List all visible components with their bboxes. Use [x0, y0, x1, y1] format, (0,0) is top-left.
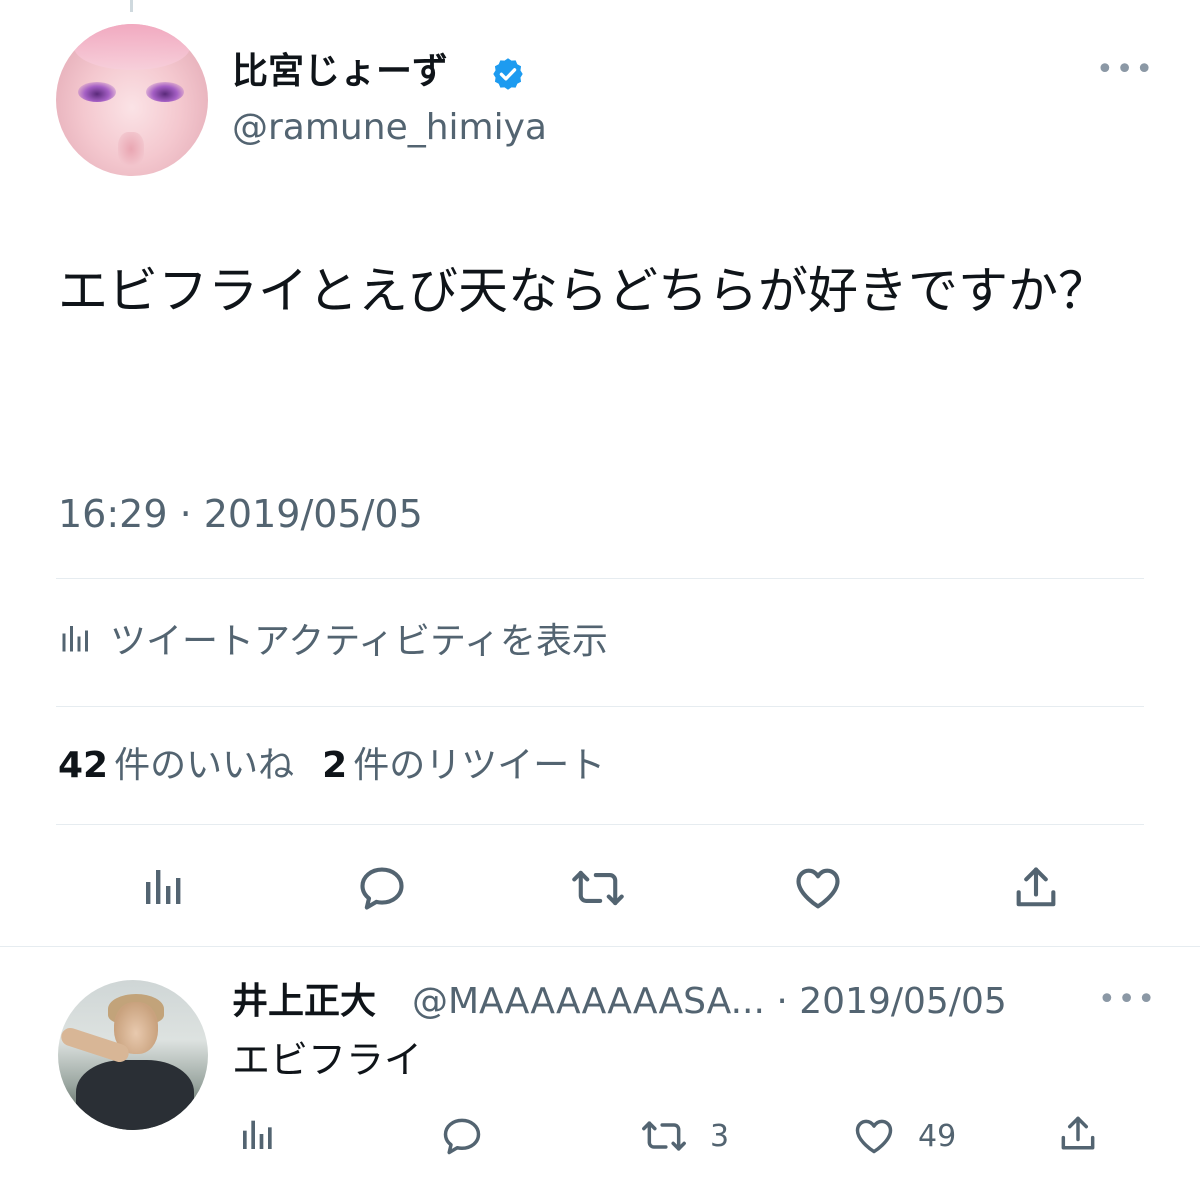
- reply-reply-button[interactable]: [440, 1114, 484, 1158]
- divider: [56, 824, 1144, 825]
- reply-author-handle-date[interactable]: @MAAAAAAAASA... · 2019/05/05: [412, 978, 1007, 1026]
- analytics-icon: [243, 1120, 272, 1149]
- reply-icon: [443, 1118, 481, 1155]
- author-display-name[interactable]: 比宮じょーず: [232, 50, 448, 94]
- like-button[interactable]: [792, 862, 844, 914]
- share-icon: [1016, 867, 1056, 907]
- reply-retweet-count: 3: [710, 1118, 730, 1154]
- reply-like-button[interactable]: 49: [852, 1114, 956, 1158]
- thread-line: [130, 0, 133, 12]
- reply-like-count: 49: [918, 1118, 957, 1154]
- retweet-icon: [642, 1121, 686, 1151]
- verified-badge-icon: [493, 58, 523, 90]
- reply-author-avatar[interactable]: [58, 980, 208, 1130]
- more-options-icon[interactable]: •••: [1096, 52, 1155, 87]
- divider: [56, 578, 1144, 579]
- likes-count[interactable]: 42: [58, 740, 108, 792]
- analytics-icon: [146, 870, 181, 904]
- reply-icon: [360, 867, 404, 910]
- analytics-button[interactable]: [140, 862, 188, 910]
- engagement-stats: 42 件のいいね 2 件のリツイート: [58, 740, 605, 792]
- divider: [0, 946, 1200, 947]
- author-handle[interactable]: @ramune_himiya: [232, 106, 547, 150]
- divider: [56, 706, 1144, 707]
- tweet-text: エビフライとえび天ならどちらが好きですか？: [58, 262, 1108, 320]
- reply-share-button[interactable]: [1056, 1112, 1100, 1156]
- reply-more-options-icon[interactable]: •••: [1098, 982, 1157, 1017]
- tweet-activity-link[interactable]: ツイートアクティビティを表示: [58, 610, 608, 666]
- share-icon: [1061, 1116, 1095, 1150]
- tweet-timestamp[interactable]: 16:29 · 2019/05/05: [58, 488, 423, 540]
- heart-icon: [855, 1119, 893, 1154]
- retweets-label[interactable]: 件のリツイート: [353, 740, 605, 792]
- retweet-icon: [572, 870, 624, 906]
- reply-retweet-button[interactable]: 3: [640, 1114, 729, 1158]
- reply-text: エビフライ: [232, 1038, 423, 1082]
- reply-button[interactable]: [356, 862, 408, 914]
- reply-analytics-button[interactable]: [238, 1114, 278, 1154]
- analytics-icon: [62, 626, 88, 652]
- reply-author-name[interactable]: 井上正大: [232, 978, 376, 1026]
- author-avatar[interactable]: [56, 24, 208, 176]
- activity-label: ツイートアクティビティを表示: [110, 621, 608, 662]
- retweet-button[interactable]: [570, 862, 626, 914]
- likes-label[interactable]: 件のいいね: [114, 740, 294, 792]
- heart-icon: [796, 868, 840, 909]
- retweets-count[interactable]: 2: [322, 740, 347, 792]
- share-button[interactable]: [1010, 862, 1062, 914]
